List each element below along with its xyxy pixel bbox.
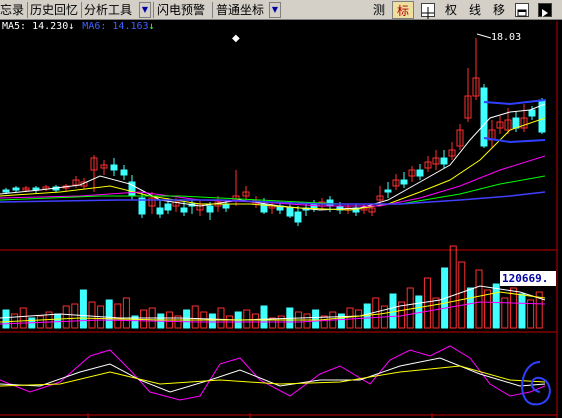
candle-body <box>384 189 392 193</box>
volume-bar <box>122 297 130 329</box>
volume-bar <box>251 313 259 329</box>
ma5-line <box>0 103 546 211</box>
volume-bar <box>19 307 27 329</box>
volume-bar <box>432 297 440 329</box>
candle-body <box>164 203 172 211</box>
volume-bar <box>217 307 225 329</box>
volume-bar <box>475 269 483 329</box>
volume-bar <box>492 283 500 329</box>
volume-bar <box>423 277 431 329</box>
volume-bar <box>260 305 268 329</box>
volume-bar <box>312 309 320 329</box>
volume-bar <box>105 299 113 329</box>
volume-bar <box>484 289 492 329</box>
volume-bar <box>79 289 87 329</box>
cursor-marker: ◆ <box>232 33 240 44</box>
candle-body <box>286 207 294 217</box>
volume-readout: 120669. <box>500 271 556 286</box>
volume-bar <box>518 293 526 329</box>
candle-body <box>156 207 164 215</box>
volume-bar <box>527 299 535 329</box>
ma20-line <box>0 155 546 207</box>
channel-top-line <box>483 99 546 106</box>
volume-bar <box>208 313 216 329</box>
volume-bar <box>191 305 199 329</box>
candle-body <box>400 179 408 185</box>
candle-body <box>12 187 20 191</box>
volume-bar <box>243 309 251 329</box>
hand-drawn-circle <box>521 361 551 406</box>
volume-bar <box>466 287 474 329</box>
high-annotation-line <box>476 33 492 39</box>
candle-body <box>416 169 424 177</box>
volume-bar <box>54 313 62 329</box>
volume-bar <box>62 305 70 329</box>
volume-bar <box>114 303 122 329</box>
candle-body <box>440 157 448 165</box>
channel-bottom-line <box>483 137 546 144</box>
volume-bar <box>406 287 414 329</box>
candle-body <box>222 203 230 209</box>
kdj-j-line <box>0 345 546 401</box>
volume-bar <box>346 307 354 329</box>
volume-bar <box>71 303 79 329</box>
volume-bar <box>140 309 148 329</box>
kdj-d-line <box>0 365 546 387</box>
candle-body <box>512 117 520 129</box>
candle-body <box>180 207 188 213</box>
ma60-line <box>0 191 546 205</box>
candle-body <box>294 211 302 223</box>
candle-body <box>120 169 128 176</box>
volume-bar <box>2 309 10 329</box>
volume-bar <box>320 315 328 329</box>
volume-bar <box>363 303 371 329</box>
volume-bar <box>458 261 466 329</box>
candle-body <box>528 109 536 117</box>
volume-bar <box>449 245 457 329</box>
volume-bar <box>88 301 96 329</box>
volume-bar <box>183 309 191 329</box>
stock-chart-canvas[interactable]: ◆ <box>0 0 562 418</box>
candle-body <box>110 164 118 171</box>
high-price-label: 18.03 <box>491 32 522 43</box>
candle-body <box>480 87 488 147</box>
candle-body <box>206 205 214 213</box>
candle-body <box>2 189 10 193</box>
